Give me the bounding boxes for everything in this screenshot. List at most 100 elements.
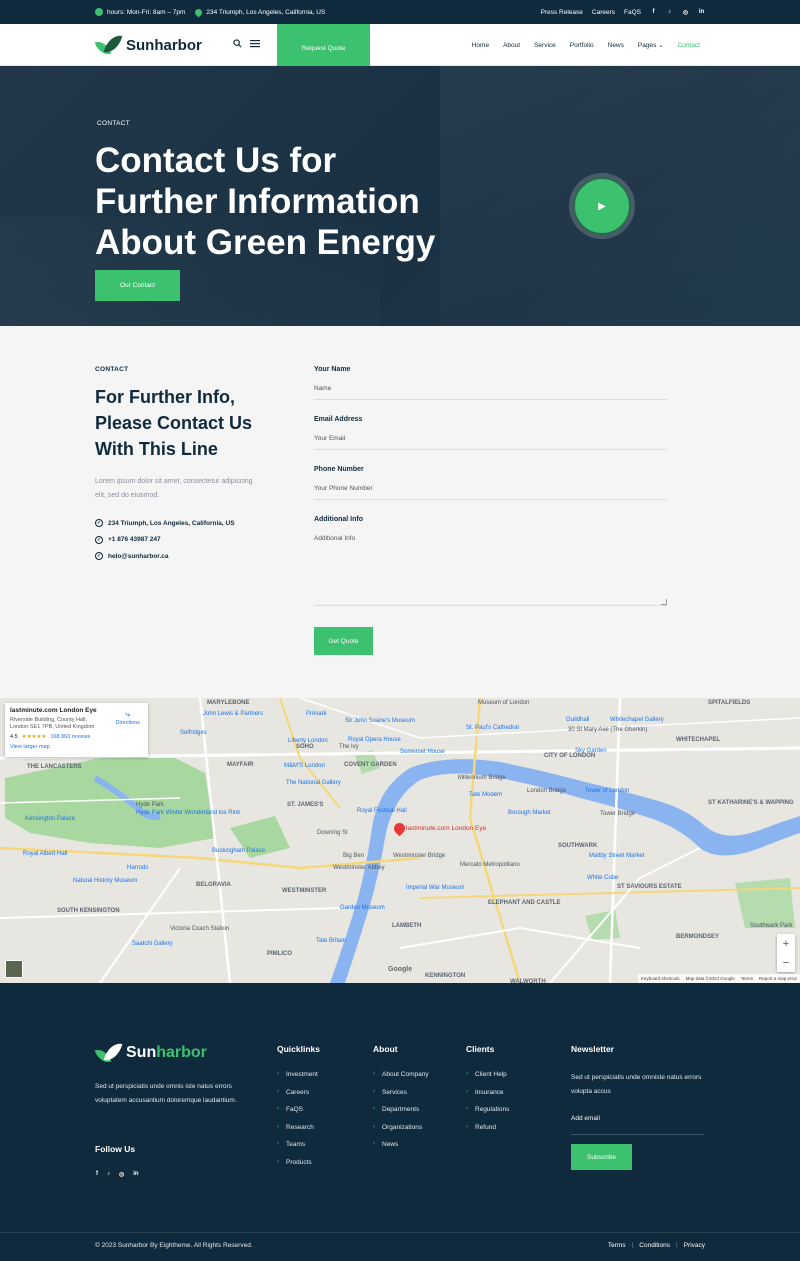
map-place-label[interactable]: Sir John Soane's Museum <box>345 718 415 724</box>
map-place-label[interactable]: St. Paul's Cathedral <box>466 725 519 731</box>
faqs-link[interactable]: FaQS <box>624 9 641 16</box>
map-place-label[interactable]: Tate Modern <box>469 792 502 798</box>
contact-email-text[interactable]: helo@sunharbor.ca <box>108 553 169 560</box>
keyboard-shortcuts-link[interactable]: Keyboard shortcuts <box>641 976 680 981</box>
map-place-label[interactable]: Royal Festival Hall <box>357 808 407 814</box>
map-place-label[interactable]: Tower of London <box>585 788 629 794</box>
instagram-icon[interactable]: ◎ <box>682 9 689 16</box>
video-play-button[interactable]: ▶ <box>569 173 635 239</box>
map-place-label[interactable]: Saatchi Gallery <box>132 941 173 947</box>
request-quote-button[interactable]: Request Quote <box>277 24 370 72</box>
name-input[interactable]: Name <box>314 385 667 400</box>
map-place-label[interactable]: Somerset House <box>400 749 445 755</box>
map-place-label[interactable]: Primark <box>306 711 327 717</box>
get-quote-button[interactable]: Get Quote <box>314 627 373 655</box>
nav-pages[interactable]: Pages ⌄ <box>638 41 664 49</box>
map-place-label[interactable]: Garden Museum <box>340 905 385 911</box>
map-place-label: The Ivy <box>339 744 359 750</box>
zoom-out-button[interactable]: − <box>783 957 789 969</box>
footer-link[interactable]: › Teams <box>277 1141 320 1148</box>
map-place-label[interactable]: Selfridges <box>180 730 207 736</box>
phone-input[interactable]: Your Phone Number <box>314 485 667 500</box>
embedded-map[interactable]: MARYLEBONE Museum of London SPITALFIELDS Jo… <box>0 698 800 983</box>
footer-link[interactable]: › Services <box>373 1089 429 1096</box>
footer-link[interactable]: › Research <box>277 1124 320 1131</box>
play-icon: ▶ <box>598 200 606 212</box>
map-place-label[interactable]: Royal Albert Hall <box>23 851 67 857</box>
nav-about[interactable]: About <box>503 42 520 49</box>
email-input[interactable]: Your Email <box>314 435 667 450</box>
linkedin-icon[interactable]: in <box>698 9 705 16</box>
map-place-label[interactable]: Borough Market <box>508 810 551 816</box>
chevron-right-icon: › <box>277 1088 279 1095</box>
nav-service[interactable]: Service <box>534 42 556 49</box>
report-map-error-link[interactable]: Report a map error <box>759 976 797 981</box>
footer-link[interactable]: › Insurance <box>466 1089 509 1096</box>
map-place-label[interactable]: Imperial War Museum <box>406 885 464 891</box>
map-terms-link[interactable]: Terms <box>741 976 753 981</box>
map-place-label[interactable]: White Cube <box>587 875 618 881</box>
subscribe-button[interactable]: Subscribe <box>571 1144 632 1170</box>
nav-home[interactable]: Home <box>472 42 489 49</box>
newsletter-email-input[interactable]: Add email <box>571 1115 704 1135</box>
search-icon[interactable] <box>233 39 242 51</box>
chevron-right-icon: › <box>277 1123 279 1130</box>
map-place-label[interactable]: Guildhall <box>566 717 589 723</box>
footer-link[interactable]: › Organizations <box>373 1124 429 1131</box>
footer-link[interactable]: › Careers <box>277 1089 320 1096</box>
footer-logo[interactable]: Sunharbor <box>94 1040 207 1066</box>
footer-link[interactable]: › Client Help <box>466 1071 509 1078</box>
logo[interactable]: Sunharbor <box>94 32 202 58</box>
map-place-label[interactable]: Buckingham Palace <box>212 848 265 854</box>
linkedin-icon[interactable]: in <box>133 1171 138 1178</box>
footer-link[interactable]: › Departments <box>373 1106 429 1113</box>
facebook-icon[interactable]: f <box>650 9 657 16</box>
directions-button[interactable]: ⤷ Directions <box>116 709 140 726</box>
zoom-in-button[interactable]: + <box>783 938 789 950</box>
map-place-label[interactable]: Tate Britain <box>316 938 346 944</box>
map-place-label[interactable]: Maltby Street Market <box>589 853 644 859</box>
map-place-label[interactable]: Sky Garden <box>575 748 607 754</box>
instagram-icon[interactable]: ◎ <box>119 1171 124 1178</box>
map-place-label[interactable]: The National Gallery <box>286 780 341 786</box>
tiktok-icon[interactable]: ♪ <box>666 9 673 16</box>
view-larger-map-link[interactable]: View larger map <box>10 744 143 750</box>
footer-link[interactable]: › News <box>373 1141 429 1148</box>
tiktok-icon[interactable]: ♪ <box>107 1171 110 1178</box>
nav-news[interactable]: News <box>608 42 624 49</box>
footer-link[interactable]: › Regulations <box>466 1106 509 1113</box>
footer-link-label: About Company <box>382 1071 429 1078</box>
footer-link-label: Investment <box>286 1071 318 1078</box>
footer-link[interactable]: › Investment <box>277 1071 320 1078</box>
footer-link[interactable]: › Refund <box>466 1124 509 1131</box>
map-place-label[interactable]: John Lewis & Partners <box>203 711 263 717</box>
hamburger-menu-icon[interactable] <box>250 39 260 51</box>
map-place-label[interactable]: Hyde Park Winter Wonderland Ice Rink <box>136 810 240 816</box>
map-place-label[interactable]: Whitechapel Gallery <box>610 717 664 723</box>
place-address: Riverside Building, County Hall, London … <box>10 717 95 730</box>
press-release-link[interactable]: Press Release <box>541 9 583 16</box>
divider: | <box>675 1242 678 1249</box>
map-place-label[interactable]: M&M'S London <box>284 763 325 769</box>
reviews-link[interactable]: 168,963 reviews <box>50 734 90 740</box>
phone-label: Phone Number <box>314 466 364 473</box>
careers-link[interactable]: Careers <box>592 9 615 16</box>
newsletter-text: Sed ut perspiciatis unde omniste natus e… <box>571 1074 702 1095</box>
map-type-toggle[interactable] <box>5 960 23 978</box>
facebook-icon[interactable]: f <box>96 1171 98 1178</box>
map-place-label[interactable]: Kensington Palace <box>25 816 75 822</box>
privacy-link[interactable]: Privacy <box>684 1242 705 1249</box>
additional-info-textarea[interactable]: Additional Info <box>314 535 667 606</box>
footer-link[interactable]: › About Company <box>373 1071 429 1078</box>
map-place-label[interactable]: Harrods <box>127 865 148 871</box>
conditions-link[interactable]: Conditions <box>639 1242 670 1249</box>
terms-link[interactable]: Terms <box>608 1242 626 1249</box>
contact-eyebrow: CONTACT <box>95 366 129 373</box>
footer-link[interactable]: › FaQS <box>277 1106 320 1113</box>
map-place-label[interactable]: Royal Opera House <box>348 737 401 743</box>
nav-contact[interactable]: Contact <box>678 42 700 49</box>
our-contact-button[interactable]: Our Contact <box>95 270 180 301</box>
footer-link[interactable]: › Products <box>277 1159 320 1166</box>
nav-portfolio[interactable]: Portfolio <box>570 42 594 49</box>
map-place-label[interactable]: Natural History Museum <box>73 878 137 884</box>
